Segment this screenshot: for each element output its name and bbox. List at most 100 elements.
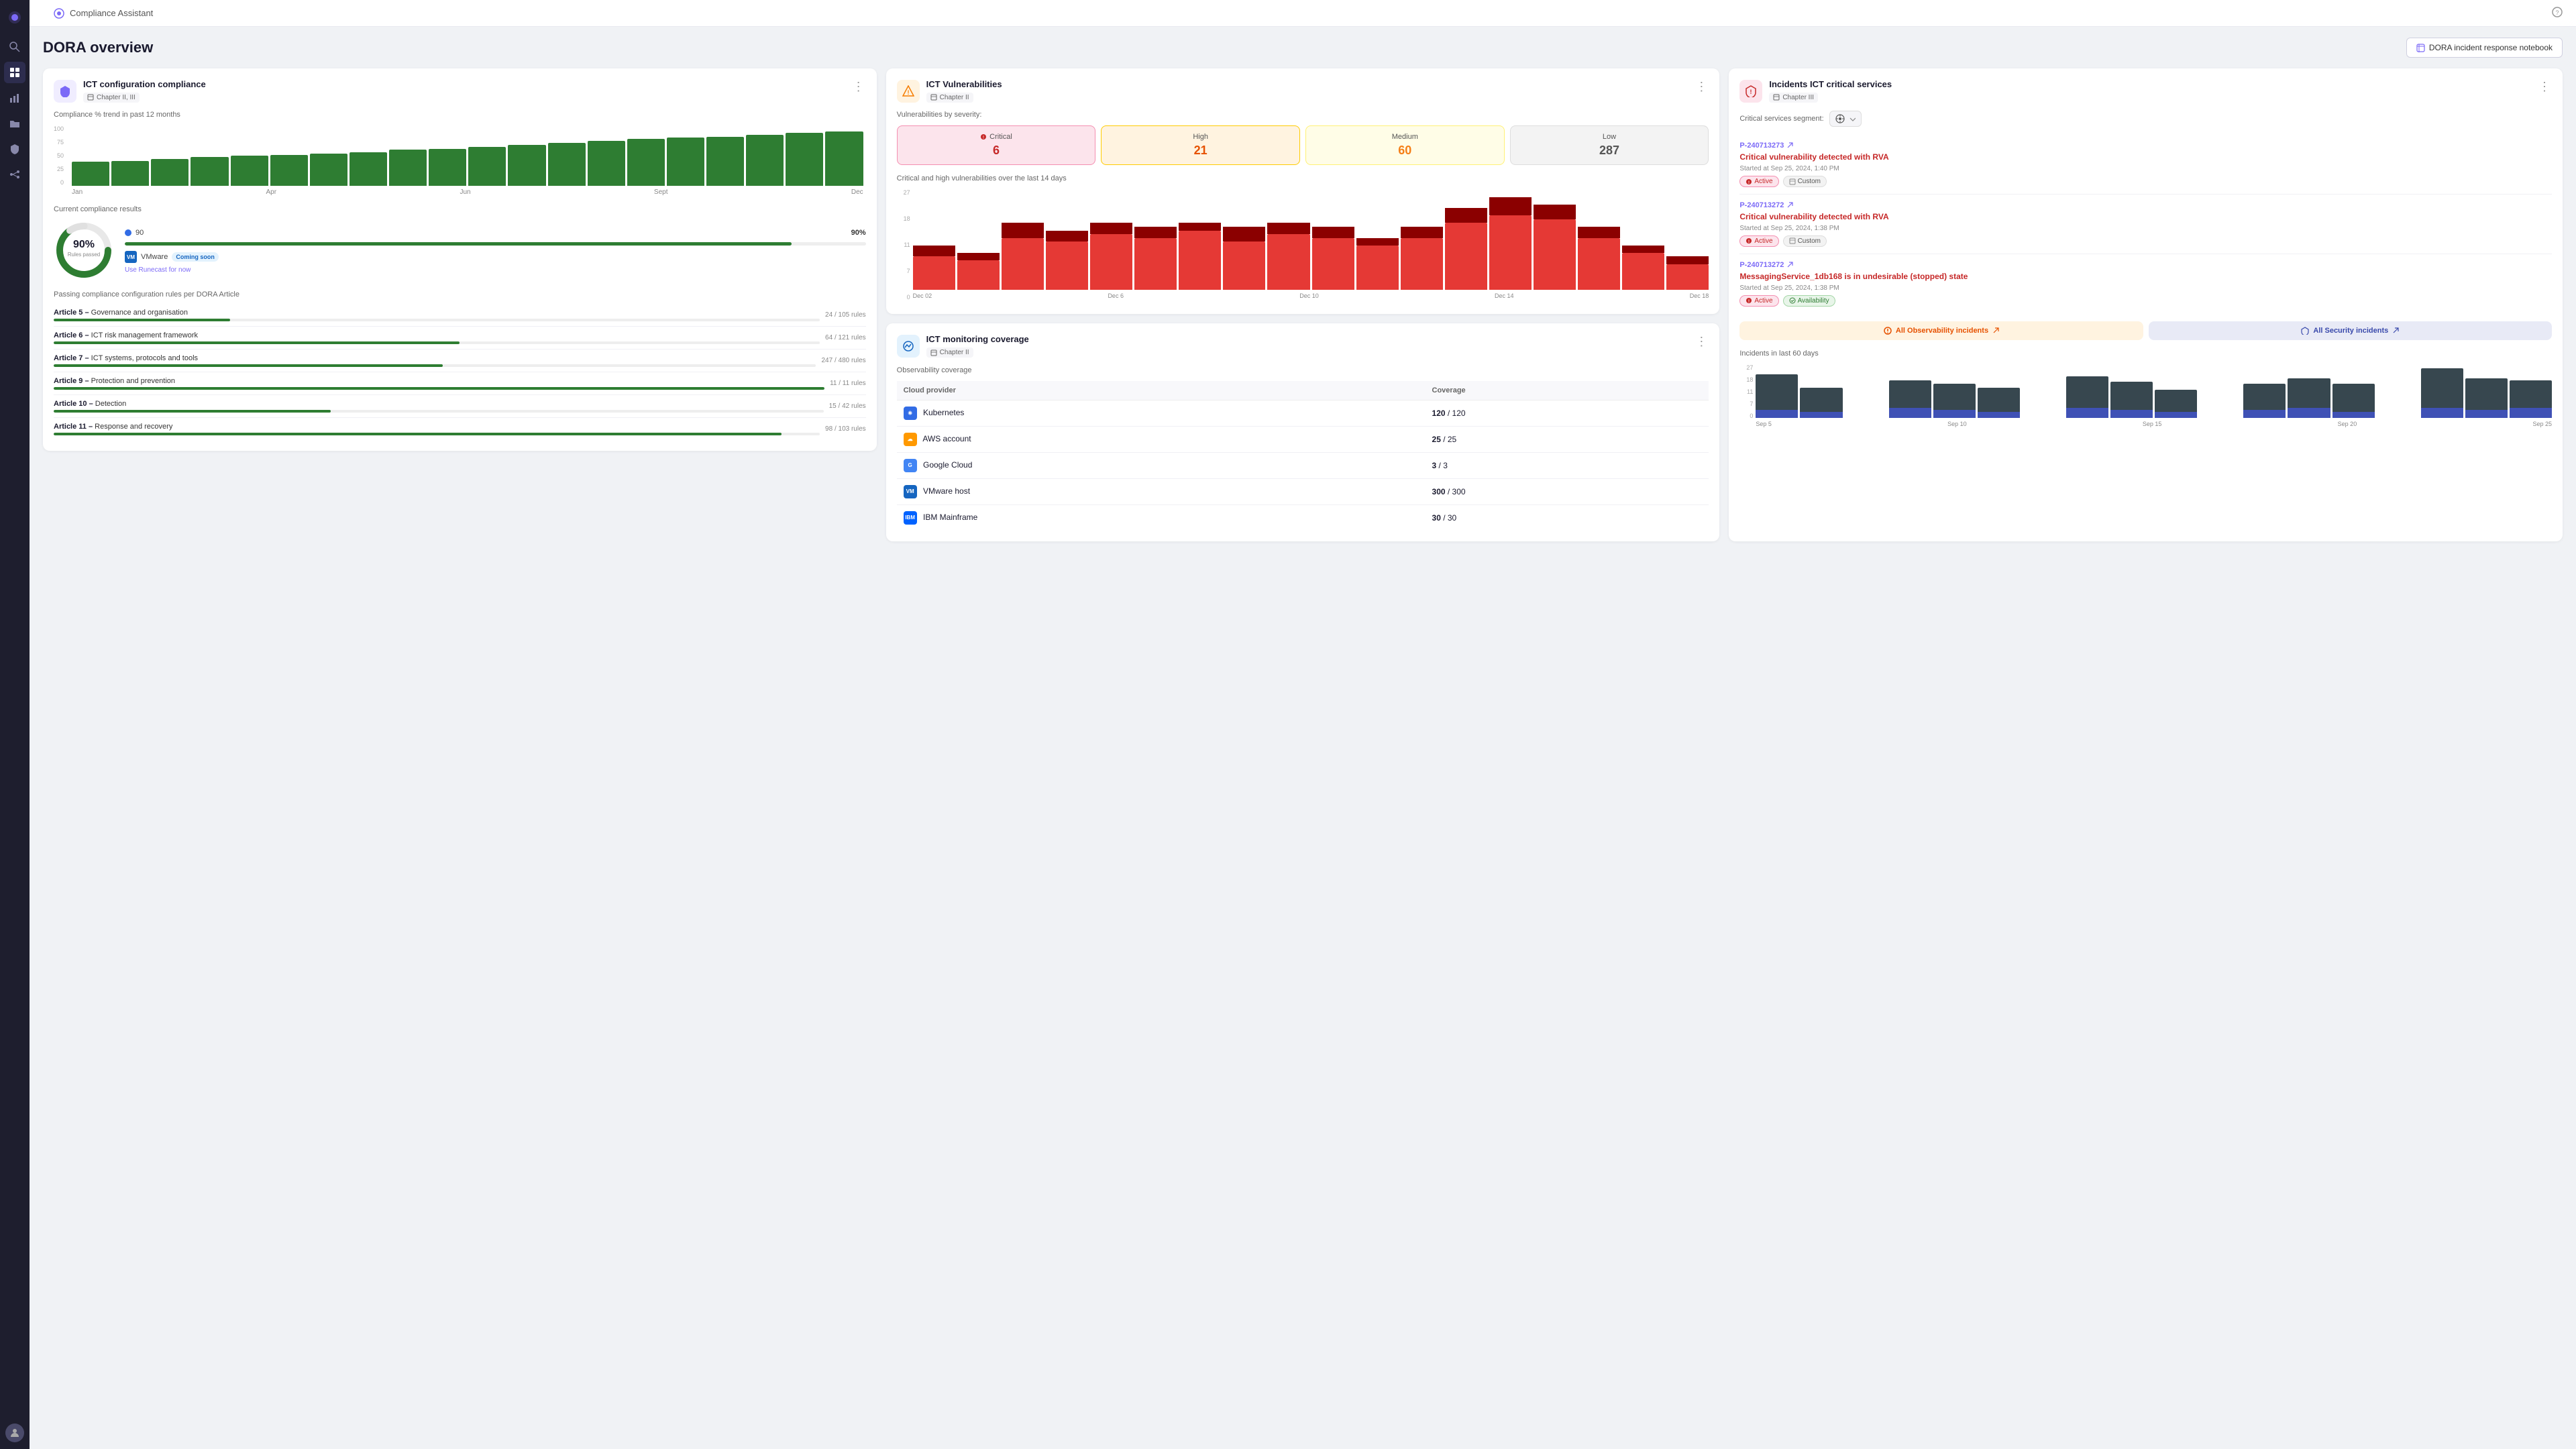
all-observability-button[interactable]: All Observability incidents	[1739, 321, 2143, 340]
sidebar-search-icon[interactable]	[4, 36, 25, 58]
inc-seg-blue	[2110, 410, 2153, 418]
inc-bar-col	[1978, 364, 2020, 418]
segment-selector-icon	[1835, 114, 1845, 123]
obs-col-provider: Cloud provider	[897, 381, 1426, 400]
incident-id[interactable]: P-240713273	[1739, 142, 2552, 150]
compliance-menu-icon[interactable]: ⋮	[851, 79, 866, 94]
vuln-bar-col	[1223, 189, 1265, 290]
donut-container: 90% Rules passed	[54, 220, 114, 282]
vuln-bar-col	[1401, 189, 1443, 290]
trend-bar	[786, 133, 823, 186]
vuln-seg-critical	[1046, 231, 1088, 242]
all-security-button[interactable]: All Security incidents	[2149, 321, 2552, 340]
svg-text:!: !	[1748, 181, 1750, 185]
incident-id[interactable]: P-240713272	[1739, 201, 2552, 209]
obs-coverage-cell: 25 / 25	[1426, 426, 1709, 452]
inc-bar-col	[2421, 364, 2463, 418]
trend-bar	[825, 131, 863, 186]
tag-custom: Custom	[1783, 176, 1827, 187]
inc-seg-blue	[2066, 408, 2108, 418]
kubernetes-pct: 90%	[851, 229, 866, 237]
monitoring-menu-icon[interactable]: ⋮	[1694, 334, 1709, 349]
notebook-button[interactable]: DORA incident response notebook	[2406, 38, 2563, 58]
external-link-icon	[1786, 142, 1793, 149]
inc-seg-dark	[2421, 368, 2463, 408]
vuln-bar-col	[1090, 189, 1132, 290]
provider-name: Google Cloud	[923, 460, 972, 470]
compliance-title-area: ICT configuration compliance Chapter II,…	[54, 79, 206, 103]
segment-selector[interactable]	[1829, 111, 1862, 127]
vuln-bar-col	[1445, 189, 1487, 290]
incidents-menu-icon[interactable]: ⋮	[2537, 79, 2552, 94]
medium-label: Medium	[1314, 133, 1496, 141]
vuln-chart: Dec 02 Dec 6 Dec 10 Dec 14 Dec 18	[913, 189, 1709, 303]
obs-provider-cell: ☁ AWS account	[897, 426, 1426, 452]
coming-soon-badge: Coming soon	[172, 252, 219, 262]
article-fill	[54, 364, 443, 367]
vuln-menu-icon[interactable]: ⋮	[1694, 79, 1709, 94]
compliance-legend: 90 90% VM VMware Coming soon	[125, 229, 866, 274]
obs-table: Cloud provider Coverage ⎈ Kubernetes 120…	[897, 381, 1709, 531]
vuln-seg-high	[1534, 219, 1576, 290]
kubernetes-row: 90 90%	[125, 229, 866, 237]
sidebar-chart-icon[interactable]	[4, 87, 25, 109]
vuln-seg-critical	[957, 253, 1000, 260]
vuln-x-labels: Dec 02 Dec 6 Dec 10 Dec 14 Dec 18	[913, 292, 1709, 299]
obs-table-body: ⎈ Kubernetes 120 / 120 ☁ AWS account 25 …	[897, 400, 1709, 531]
inc-bar-col	[2199, 364, 2241, 418]
vuln-bar-col	[1134, 189, 1177, 290]
main-content: Compliance Assistant ? DORA overview DOR…	[30, 0, 2576, 1449]
vuln-seg-high	[1312, 238, 1354, 290]
inc-seg-dark	[2110, 382, 2153, 409]
coverage-value: 3 / 3	[1432, 461, 1448, 470]
incident-time: Started at Sep 25, 2024, 1:38 PM	[1739, 225, 2552, 232]
vmware-icon: VM	[125, 251, 137, 263]
compliance-icon	[54, 8, 64, 19]
vuln-bars	[913, 189, 1709, 290]
custom-icon	[1789, 237, 1796, 244]
vuln-seg-high	[957, 260, 1000, 290]
vuln-chapter: Chapter II	[926, 93, 973, 103]
article-count: 98 / 103 rules	[825, 425, 866, 433]
runecast-link[interactable]: Use Runecast for now	[125, 266, 866, 274]
sidebar-grid-icon[interactable]	[4, 62, 25, 83]
article-count: 11 / 11 rules	[830, 380, 866, 387]
trend-bar	[429, 149, 466, 186]
critical-badge: ! Critical 6	[897, 125, 1096, 165]
inc-bar-col	[1933, 364, 1976, 418]
sidebar-integrations-icon[interactable]	[4, 164, 25, 185]
coverage-value: 300 / 300	[1432, 487, 1466, 496]
inc-seg-blue	[2332, 412, 2375, 418]
donut-svg: 90% Rules passed	[54, 220, 114, 280]
vuln-bar-col	[913, 189, 955, 290]
monitoring-chapter: Chapter II	[926, 347, 973, 358]
vuln-seg-critical	[1401, 227, 1443, 238]
obs-coverage-cell: 3 / 3	[1426, 452, 1709, 478]
article-bar	[54, 341, 820, 344]
sidebar-shield-icon[interactable]	[4, 138, 25, 160]
article-fill	[54, 387, 824, 390]
sidebar-folder-icon[interactable]	[4, 113, 25, 134]
vuln-bar-col	[957, 189, 1000, 290]
obs-external-icon	[1992, 327, 1999, 334]
incident-id[interactable]: P-240713272	[1739, 261, 2552, 269]
vuln-card-header: ! ICT Vulnerabilities Chapter II ⋮	[897, 79, 1709, 103]
vuln-seg-critical	[1489, 197, 1532, 216]
obs-provider-cell: IBM IBM Mainframe	[897, 504, 1426, 531]
vuln-bar-col	[1179, 189, 1221, 290]
donut-wrap: 90% Rules passed 90 90%	[54, 220, 866, 282]
chevron-down-icon	[1849, 115, 1856, 122]
inc-bar-col	[1800, 364, 1842, 418]
vulnerabilities-card: ! ICT Vulnerabilities Chapter II ⋮	[886, 68, 1720, 314]
sidebar-avatar[interactable]	[5, 1424, 24, 1442]
incidents-chapter: Chapter III	[1769, 93, 1818, 103]
page-header: DORA overview DORA incident response not…	[43, 38, 2563, 58]
vuln-seg-critical	[1134, 227, 1177, 238]
provider-icon: VM	[904, 485, 917, 498]
vuln-seg-critical	[1267, 223, 1309, 234]
vuln-seg-high	[1046, 241, 1088, 290]
vuln-card-title: ICT Vulnerabilities	[926, 79, 1002, 91]
medium-badge: Medium 60	[1305, 125, 1505, 165]
svg-text:!: !	[907, 89, 909, 96]
monitoring-icon	[897, 335, 920, 358]
